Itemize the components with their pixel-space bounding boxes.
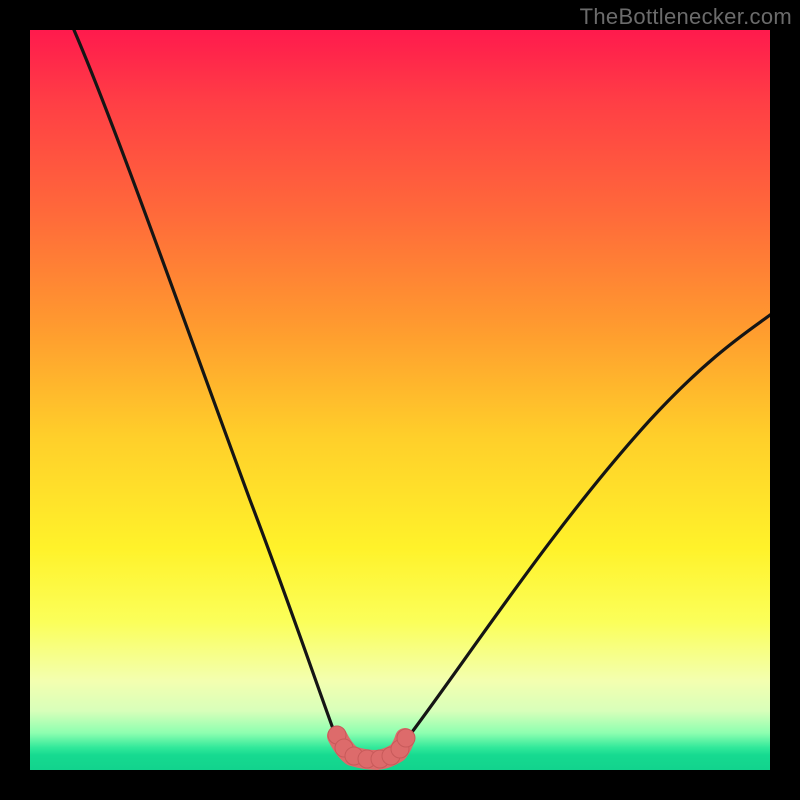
chart-frame: TheBottlenecker.com bbox=[0, 0, 800, 800]
plot-area bbox=[30, 30, 770, 770]
valley-marker-dots bbox=[328, 726, 415, 768]
curve-right-branch bbox=[400, 315, 770, 748]
watermark-text: TheBottlenecker.com bbox=[580, 4, 792, 30]
curve-layer bbox=[30, 30, 770, 770]
curve-left-branch bbox=[74, 30, 340, 748]
